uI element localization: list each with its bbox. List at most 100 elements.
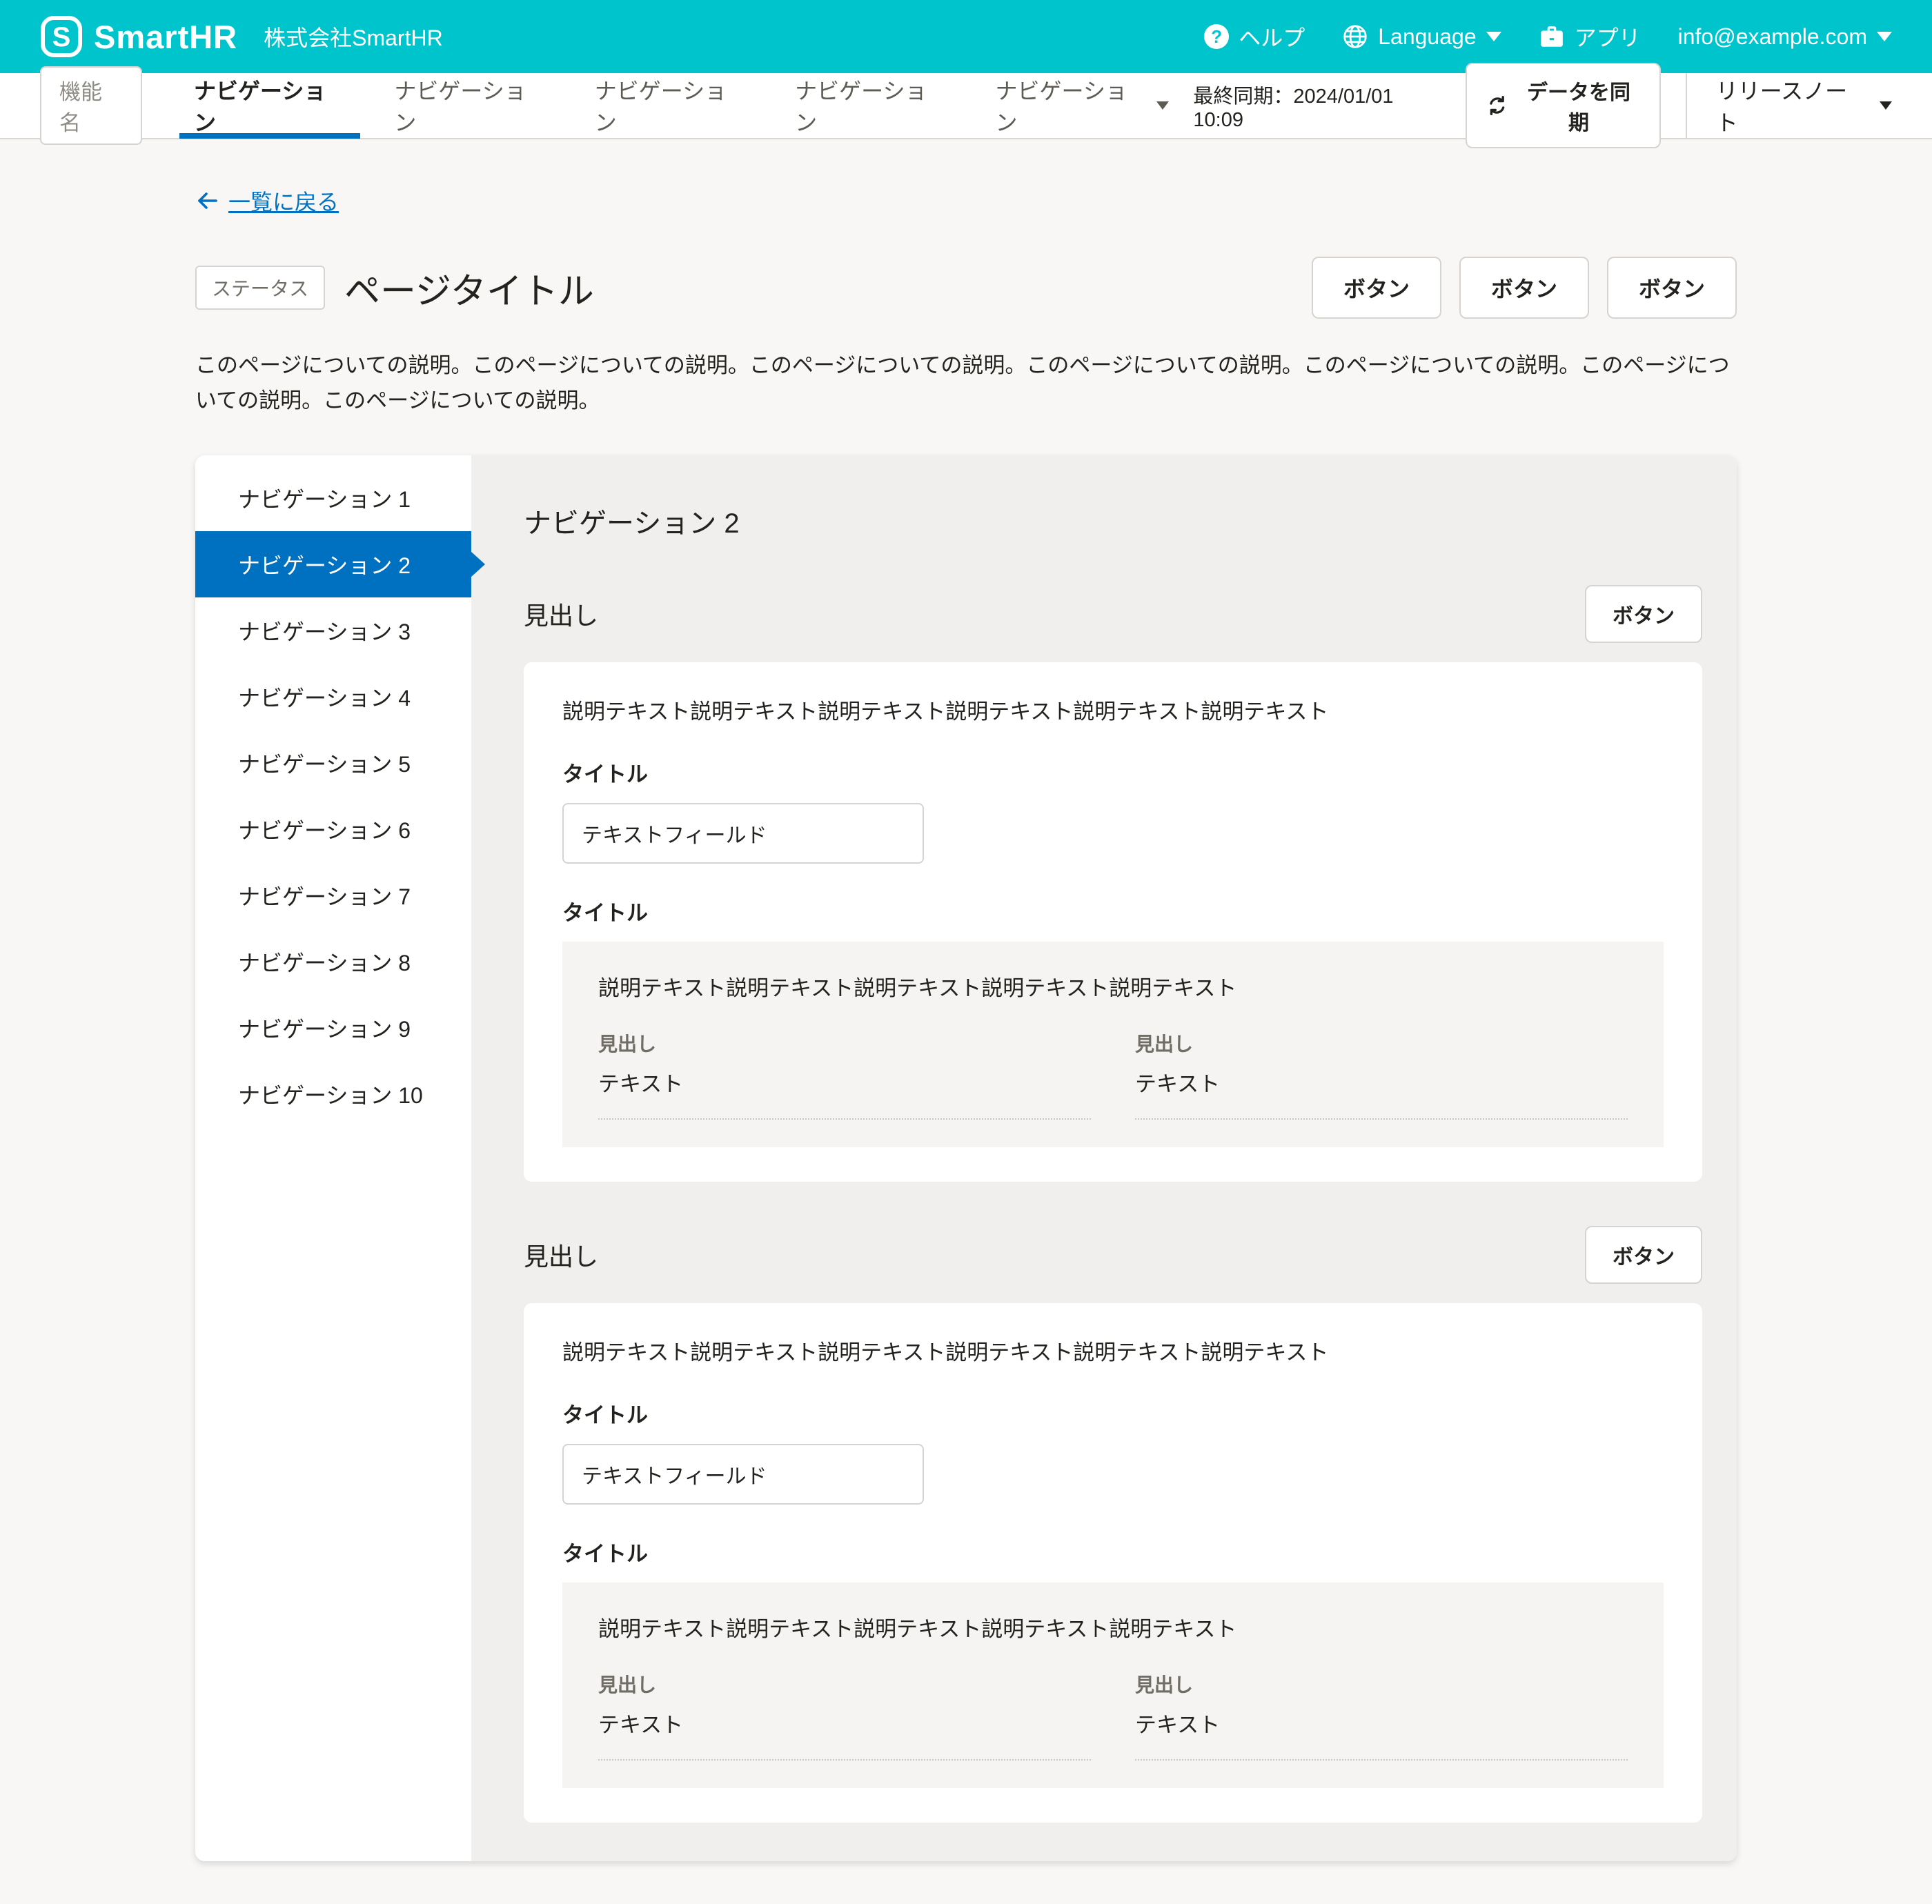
tab-navigation-5[interactable]: ナビゲーション [971, 72, 1193, 139]
section-button[interactable]: ボタン [1585, 585, 1702, 643]
content-section-2: 見出し ボタン 説明テキスト説明テキスト説明テキスト説明テキスト説明テキスト説明… [524, 1222, 1702, 1823]
account-menu[interactable]: info@example.com [1678, 24, 1892, 50]
app-nav-bar: 機能名 ナビゲーション ナビゲーション ナビゲーション ナビゲーション ナビゲー… [0, 73, 1932, 139]
text-field[interactable] [562, 1444, 924, 1505]
sync-data-button[interactable]: データを同期 [1466, 63, 1661, 148]
field-label: タイトル [562, 1398, 1664, 1429]
sidebar-item-navigation-3[interactable]: ナビゲーション 3 [195, 597, 471, 664]
detail-box: 説明テキスト説明テキスト説明テキスト説明テキスト説明テキスト 見出し テキスト … [562, 1583, 1664, 1788]
refresh-icon [1486, 95, 1508, 117]
tab-label: ナビゲーション [995, 74, 1147, 137]
group-label: タイトル [562, 895, 1664, 926]
card-description: 説明テキスト説明テキスト説明テキスト説明テキスト説明テキスト説明テキスト [562, 694, 1664, 725]
apps-label: アプリ [1575, 21, 1641, 52]
detail-box-description: 説明テキスト説明テキスト説明テキスト説明テキスト説明テキスト [598, 971, 1628, 1002]
tab-label: ナビゲーション [394, 74, 546, 137]
detail-column-1: 見出し テキスト [598, 1029, 1091, 1120]
language-menu[interactable]: Language [1342, 23, 1501, 50]
section-heading: 見出し [524, 1237, 598, 1273]
form-group: タイトル [562, 1398, 1664, 1505]
language-label: Language [1378, 24, 1476, 50]
sidebar-item-navigation-4[interactable]: ナビゲーション 4 [195, 664, 471, 730]
briefcase-icon [1539, 23, 1565, 50]
help-label: ヘルプ [1239, 21, 1305, 52]
tab-label: ナビゲーション [795, 74, 947, 137]
page-action-button-2[interactable]: ボタン [1459, 257, 1589, 319]
page-description: このページについての説明。このページについての説明。このページについての説明。こ… [195, 348, 1737, 418]
detail-column-2: 見出し テキスト [1135, 1029, 1628, 1120]
page-action-button-1[interactable]: ボタン [1312, 257, 1441, 319]
release-notes-label: リリースノート [1716, 74, 1867, 137]
release-notes-menu[interactable]: リリースノート [1687, 74, 1892, 137]
detail-column-2: 見出し テキスト [1135, 1670, 1628, 1761]
tab-label: ナビゲーション [194, 74, 346, 137]
panel-title: ナビゲーション 2 [524, 501, 1702, 541]
content-section-1: 見出し ボタン 説明テキスト説明テキスト説明テキスト説明テキスト説明テキスト説明… [524, 581, 1702, 1182]
tab-navigation-4[interactable]: ナビゲーション [771, 72, 971, 139]
account-email: info@example.com [1678, 24, 1867, 50]
tab-label: ナビゲーション [595, 74, 747, 137]
page-title: ページタイトル [344, 262, 594, 314]
group-label: タイトル [562, 1536, 1664, 1567]
smarthr-logo: S SmartHR [40, 15, 237, 58]
sidebar-item-navigation-6[interactable]: ナビゲーション 6 [195, 796, 471, 862]
column-heading: 見出し [1135, 1029, 1628, 1057]
content-panel: ナビゲーション 2 見出し ボタン 説明テキスト説明テキスト説明テキスト説明テキ… [471, 455, 1737, 1861]
sync-data-label: データを同期 [1517, 75, 1640, 136]
apps-menu[interactable]: アプリ [1539, 21, 1641, 52]
last-sync-text: 最終同期：2024/01/01 10:09 [1193, 80, 1446, 132]
caret-down-icon [1486, 32, 1501, 41]
section-heading: 見出し [524, 596, 598, 632]
company-name: 株式会社SmartHR [264, 21, 443, 52]
sidebar-item-navigation-1[interactable]: ナビゲーション 1 [195, 465, 471, 531]
card-description: 説明テキスト説明テキスト説明テキスト説明テキスト説明テキスト説明テキスト [562, 1335, 1664, 1366]
detail-group: タイトル 説明テキスト説明テキスト説明テキスト説明テキスト説明テキスト 見出し … [562, 895, 1664, 1147]
main-content: 一覧に戻る ステータス ページタイトル ボタン ボタン ボタン このページについ… [195, 185, 1737, 1861]
column-text: テキスト [598, 1067, 1091, 1098]
section-button[interactable]: ボタン [1585, 1226, 1702, 1284]
caret-down-icon [1156, 101, 1169, 110]
tab-navigation-1[interactable]: ナビゲーション [170, 72, 370, 139]
detail-columns: 見出し テキスト 見出し テキスト [598, 1670, 1628, 1761]
detail-box: 説明テキスト説明テキスト説明テキスト説明テキスト説明テキスト 見出し テキスト … [562, 942, 1664, 1147]
page-title-row: ステータス ページタイトル ボタン ボタン ボタン [195, 257, 1737, 319]
caret-down-icon [1880, 101, 1892, 110]
page-action-button-3[interactable]: ボタン [1607, 257, 1737, 319]
question-icon: ? [1204, 24, 1229, 49]
section-header: 見出し ボタン [524, 1222, 1702, 1288]
tab-navigation-3[interactable]: ナビゲーション [571, 72, 771, 139]
sidebar-item-navigation-8[interactable]: ナビゲーション 8 [195, 929, 471, 995]
column-heading: 見出し [598, 1670, 1091, 1698]
sidebar-item-navigation-9[interactable]: ナビゲーション 9 [195, 995, 471, 1061]
tab-navigation-2[interactable]: ナビゲーション [370, 72, 570, 139]
main-nav-tabs: ナビゲーション ナビゲーション ナビゲーション ナビゲーション ナビゲーション [170, 72, 1193, 139]
text-field[interactable] [562, 803, 924, 864]
section-header: 見出し ボタン [524, 581, 1702, 647]
column-heading: 見出し [1135, 1670, 1628, 1698]
sidebar-item-navigation-2[interactable]: ナビゲーション 2 [195, 531, 471, 597]
sidebar-item-navigation-10[interactable]: ナビゲーション 10 [195, 1061, 471, 1127]
sidebar-item-navigation-7[interactable]: ナビゲーション 7 [195, 862, 471, 929]
column-text: テキスト [1135, 1067, 1628, 1098]
globe-icon [1342, 23, 1368, 50]
help-menu[interactable]: ? ヘルプ [1204, 21, 1305, 52]
content-box: ナビゲーション 1 ナビゲーション 2 ナビゲーション 3 ナビゲーション 4 … [195, 455, 1737, 1861]
column-text: テキスト [1135, 1707, 1628, 1738]
smarthr-logo-icon: S [40, 15, 83, 58]
field-label: タイトル [562, 757, 1664, 788]
back-arrow-icon [195, 189, 219, 212]
sidebar-item-navigation-5[interactable]: ナビゲーション 5 [195, 730, 471, 796]
section-card: 説明テキスト説明テキスト説明テキスト説明テキスト説明テキスト説明テキスト タイト… [524, 1303, 1702, 1823]
brand-name: SmartHR [94, 18, 237, 56]
detail-columns: 見出し テキスト 見出し テキスト [598, 1029, 1628, 1120]
detail-group: タイトル 説明テキスト説明テキスト説明テキスト説明テキスト説明テキスト 見出し … [562, 1536, 1664, 1788]
column-heading: 見出し [598, 1029, 1091, 1057]
back-to-list-link[interactable]: 一覧に戻る [195, 185, 339, 217]
section-card: 説明テキスト説明テキスト説明テキスト説明テキスト説明テキスト説明テキスト タイト… [524, 662, 1702, 1182]
detail-column-1: 見出し テキスト [598, 1670, 1091, 1761]
feature-name-badge: 機能名 [40, 66, 142, 145]
svg-text:S: S [52, 22, 71, 52]
back-link-label: 一覧に戻る [228, 185, 339, 217]
column-text: テキスト [598, 1707, 1091, 1738]
status-badge: ステータス [195, 266, 325, 310]
